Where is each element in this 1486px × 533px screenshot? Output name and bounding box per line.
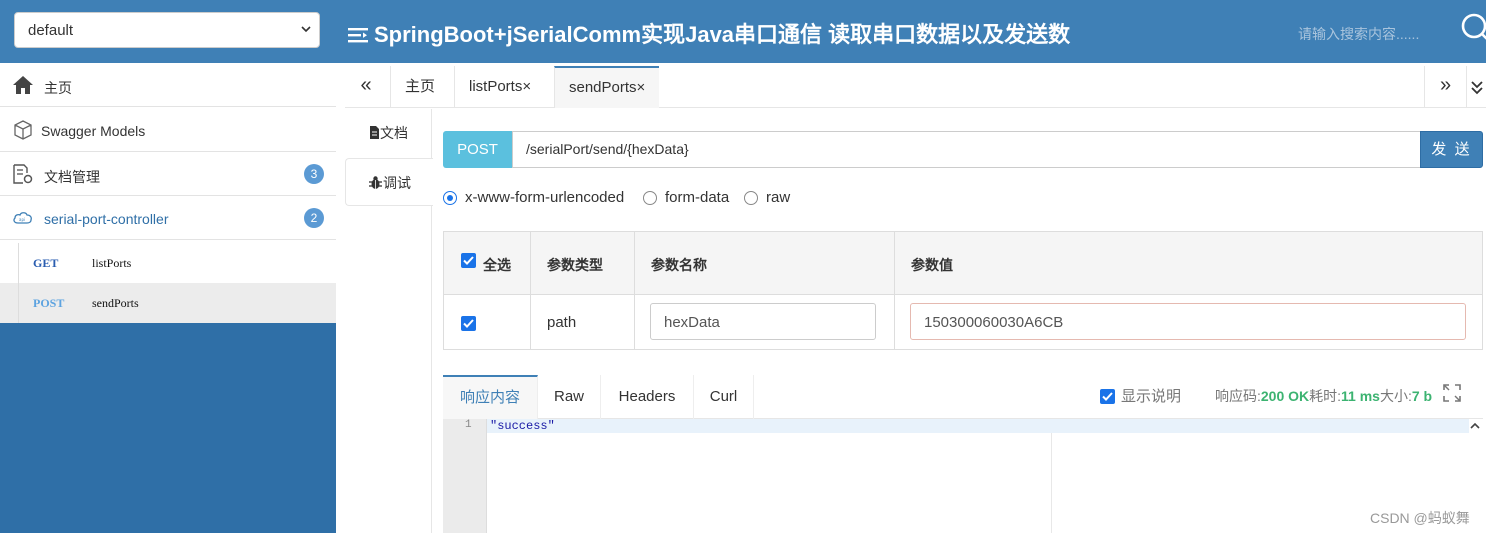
editor-gutter: 1 (443, 419, 487, 533)
tab-scroll-left-button[interactable]: « (345, 66, 387, 108)
tab-doc-label: 文档 (380, 125, 408, 141)
radio-circle (443, 191, 457, 205)
time-label: 耗时: (1309, 388, 1342, 404)
check-icon (1102, 392, 1113, 401)
endpoint-item-listports[interactable]: GET listPorts (0, 243, 336, 283)
document-settings-icon (13, 164, 33, 184)
column-divider (634, 232, 635, 349)
bug-icon (369, 176, 382, 189)
doc-debug-tabs: 文档 调试 (345, 109, 433, 533)
check-icon (463, 256, 474, 265)
radio-label: x-www-form-urlencoded (465, 189, 625, 206)
response-editor[interactable]: 1 "success" (443, 419, 1483, 533)
endpoint-path: sendPorts (92, 296, 139, 310)
top-header: default SpringBoot+jSerialComm实现Java串口通信… (0, 0, 1486, 63)
tab-scroll-right-button[interactable]: » (1424, 66, 1466, 108)
param-name-input[interactable]: hexData (650, 303, 876, 340)
sidebar-item-doc-management[interactable]: 文档管理 3 (0, 152, 336, 196)
http-method-label: POST (33, 296, 65, 310)
menu-toggle-icon[interactable] (348, 27, 368, 43)
tab-home[interactable]: 主页 (390, 66, 449, 108)
tree-line (18, 243, 19, 283)
params-table: 全选 参数类型 参数名称 参数值 path hexData 1503000600… (443, 231, 1483, 350)
radio-circle (643, 191, 657, 205)
http-method-label: GET (33, 256, 59, 270)
page-title-text: SpringBoot+jSerialComm实现Java串口通信 读取串口数据以… (374, 22, 1071, 47)
time-value: 11 ms (1341, 388, 1380, 404)
file-icon (370, 126, 379, 139)
tree-line (18, 283, 19, 323)
endpoint-item-sendports[interactable]: POST sendPorts (0, 283, 336, 323)
svg-text:api: api (19, 217, 25, 222)
tab-listports[interactable]: listPorts× (454, 66, 545, 108)
size-label: 大小: (1379, 388, 1412, 404)
show-description-checkbox[interactable] (1100, 389, 1115, 404)
tab-raw[interactable]: Raw (538, 375, 601, 419)
http-method-badge: POST (443, 131, 512, 168)
check-icon (463, 319, 474, 328)
print-margin (1051, 433, 1052, 533)
header-select-all: 全选 (483, 257, 511, 273)
scroll-up-icon[interactable] (1469, 420, 1481, 432)
cloud-icon: api (13, 212, 32, 224)
sidebar-menu: 主页 Swagger Models 文档管理 3 api serial-port… (0, 63, 336, 323)
sidebar-item-label: Swagger Models (41, 123, 146, 139)
header-param-type: 参数类型 (547, 257, 603, 273)
status-code-label: 响应码: (1215, 388, 1261, 404)
status-code-value: 200 OK (1260, 388, 1310, 404)
sidebar-item-serial-port-controller[interactable]: api serial-port-controller 2 (0, 196, 336, 240)
param-type-cell: path (547, 314, 577, 331)
home-icon (13, 76, 33, 94)
active-line-highlight (443, 419, 1469, 433)
tab-bar: « 主页 listPorts× sendPorts× » (345, 66, 1486, 108)
tab-response-content[interactable]: 响应内容 (443, 375, 538, 419)
sidebar-item-swagger-models[interactable]: Swagger Models (0, 108, 336, 152)
radio-label: raw (766, 189, 791, 206)
column-divider (530, 232, 531, 349)
project-select-value: default (28, 22, 74, 39)
cube-icon (14, 120, 32, 140)
sidebar: 主页 Swagger Models 文档管理 3 api serial-port… (0, 63, 336, 533)
chevron-down-icon (301, 26, 311, 33)
column-divider (894, 232, 895, 349)
sidebar-item-label: 主页 (44, 80, 72, 96)
search-icon[interactable] (1458, 10, 1486, 44)
param-row-checkbox[interactable] (461, 316, 476, 331)
tab-debug-label: 调试 (383, 175, 411, 191)
select-all-checkbox[interactable] (461, 253, 476, 268)
watermark: CSDN @蚂蚁舞 (1370, 510, 1470, 526)
page-title: SpringBoot+jSerialComm实现Java串口通信 读取串口数据以… (348, 17, 1070, 49)
endpoint-path: listPorts (92, 256, 132, 270)
header-param-name: 参数名称 (651, 257, 707, 273)
url-input[interactable]: /serialPort/send/{hexData} (512, 131, 1421, 168)
header-param-value: 参数值 (911, 257, 953, 273)
count-badge: 3 (304, 164, 324, 184)
tab-doc[interactable]: 文档 (345, 109, 432, 157)
param-value-input[interactable]: 150300060030A6CB (910, 303, 1466, 340)
send-button[interactable]: 发 送 (1420, 131, 1483, 168)
tab-menu-button[interactable] (1466, 66, 1486, 108)
sidebar-item-home[interactable]: 主页 (0, 63, 336, 107)
response-body: "success" (490, 419, 555, 433)
tab-debug[interactable]: 调试 (345, 158, 433, 206)
radio-circle (744, 191, 758, 205)
sidebar-item-label: 文档管理 (44, 169, 100, 185)
size-value: 7 b (1411, 388, 1433, 404)
fullscreen-icon[interactable] (1442, 383, 1462, 403)
chevron-down-icon (1470, 81, 1483, 95)
count-badge: 2 (304, 208, 324, 228)
tab-sendports[interactable]: sendPorts× (554, 66, 660, 108)
sidebar-item-label: serial-port-controller (44, 211, 169, 227)
line-number: 1 (465, 419, 472, 431)
search-input[interactable]: 请输入搜索内容...... (1298, 24, 1419, 44)
tab-curl[interactable]: Curl (694, 375, 754, 419)
show-description-label: 显示说明 (1121, 388, 1182, 405)
tab-headers[interactable]: Headers (601, 375, 694, 419)
response-status: 响应码:200 OK耗时:11 ms大小:7 b (1215, 386, 1432, 406)
radio-label: form-data (665, 189, 730, 206)
project-select[interactable]: default (14, 12, 320, 48)
